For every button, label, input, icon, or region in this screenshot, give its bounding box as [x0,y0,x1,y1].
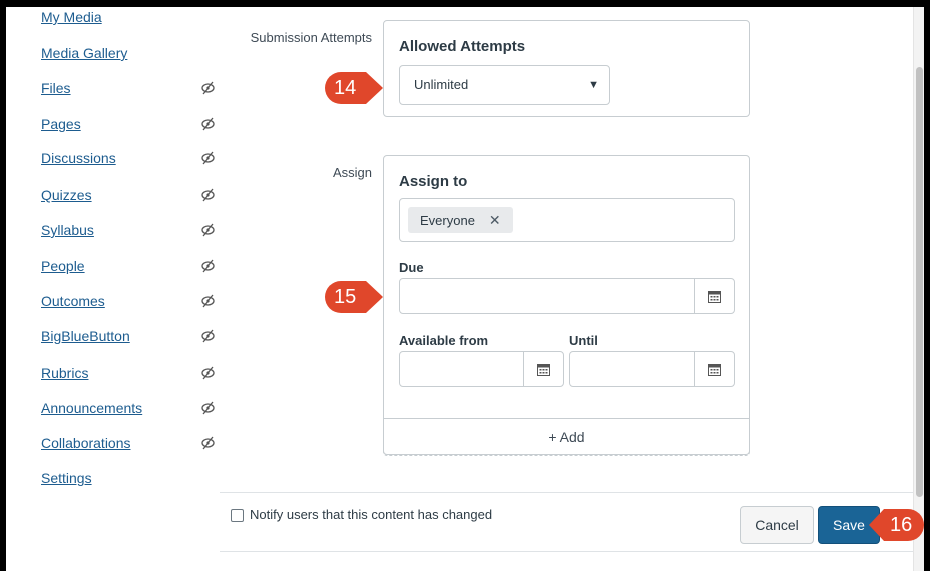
nav-item-syllabus[interactable]: Syllabus [41,219,221,241]
nav-link-label[interactable]: Discussions [41,150,116,166]
footer-divider-top [220,492,913,493]
eye-slash-icon [201,151,215,165]
remove-assignee-icon[interactable]: ✕ [489,212,501,228]
nav-link-label[interactable]: Settings [41,470,92,486]
allowed-attempts-panel: Allowed Attempts Unlimited ▼ [383,20,750,117]
eye-slash-icon [201,329,215,343]
assignee-chip-label: Everyone [420,213,475,228]
nav-item-pages[interactable]: Pages [41,113,221,135]
chevron-down-icon: ▼ [588,79,599,91]
calendar-icon [537,363,550,376]
nav-item-rubrics[interactable]: Rubrics [41,362,221,384]
nav-link-label[interactable]: People [41,258,85,274]
calendar-icon [708,290,721,303]
nav-item-outcomes[interactable]: Outcomes [41,290,221,312]
nav-item-settings[interactable]: Settings [41,467,92,489]
scrollbar-thumb[interactable] [916,67,923,497]
eye-slash-icon [201,117,215,131]
eye-slash-icon [201,366,215,380]
due-date-input[interactable] [399,278,735,314]
notify-users-checkbox[interactable] [231,509,244,522]
callout-16: 16 [868,508,924,542]
cancel-button[interactable]: Cancel [740,506,814,544]
allowed-attempts-select[interactable]: Unlimited ▼ [399,65,610,105]
until-label: Until [569,333,598,348]
due-calendar-button[interactable] [694,279,734,313]
nav-item-files[interactable]: Files [41,77,221,99]
nav-link-label[interactable]: Collaborations [41,435,131,451]
assign-to-input[interactable]: Everyone ✕ [399,198,735,242]
nav-item-my-media[interactable]: My Media [41,6,102,28]
nav-link-label[interactable]: BigBlueButton [41,328,130,344]
notify-users-label: Notify users that this content has chang… [250,507,493,522]
assign-label: Assign [332,165,372,180]
nav-link-label[interactable]: Syllabus [41,222,94,238]
available-from-input[interactable] [399,351,564,387]
callout-14: 14 [324,71,384,105]
nav-item-quizzes[interactable]: Quizzes [41,184,221,206]
nav-item-discussions[interactable]: Discussions [41,147,221,169]
eye-slash-icon [201,259,215,273]
nav-item-collaborations[interactable]: Collaborations [41,432,221,454]
callout-15: 15 [324,280,384,314]
callout-number: 15 [334,286,357,308]
nav-item-announcements[interactable]: Announcements [41,397,221,419]
calendar-icon [708,363,721,376]
nav-item-bigbluebutton[interactable]: BigBlueButton [41,325,221,347]
callout-number: 14 [334,77,357,99]
add-assignment-button[interactable]: + Add [383,418,750,456]
eye-slash-icon [201,223,215,237]
nav-link-label[interactable]: Rubrics [41,365,88,381]
nav-link-label[interactable]: Outcomes [41,293,105,309]
nav-link-label[interactable]: Files [41,80,71,96]
allowed-attempts-value: Unlimited [414,77,469,92]
page-scrollbar[interactable] [913,7,924,571]
assignee-chip: Everyone ✕ [408,207,513,233]
due-label: Due [399,260,424,275]
available-from-label: Available from [399,333,489,348]
nav-item-people[interactable]: People [41,255,221,277]
submission-attempts-label: Submission Attempts [250,30,372,45]
eye-slash-icon [201,188,215,202]
eye-slash-icon [201,294,215,308]
course-navigation: My Media Media Gallery Files Pages Discu… [6,0,215,571]
until-calendar-button[interactable] [694,352,734,386]
screenshot-frame-right [924,0,930,571]
footer-divider-bottom [220,551,913,552]
eye-slash-icon [201,436,215,450]
eye-slash-icon [201,81,215,95]
available-from-calendar-button[interactable] [523,352,563,386]
nav-link-label[interactable]: My Media [41,9,102,25]
callout-number: 16 [890,514,913,536]
eye-slash-icon [201,401,215,415]
allowed-attempts-title: Allowed Attempts [399,38,526,55]
assign-panel: Assign to Everyone ✕ Due Available from U… [383,155,750,455]
nav-link-label[interactable]: Announcements [41,400,142,416]
nav-item-media-gallery[interactable]: Media Gallery [41,42,127,64]
until-input[interactable] [569,351,735,387]
nav-link-label[interactable]: Pages [41,116,81,132]
nav-link-label[interactable]: Media Gallery [41,45,127,61]
nav-link-label[interactable]: Quizzes [41,187,92,203]
assign-to-title: Assign to [399,173,468,190]
